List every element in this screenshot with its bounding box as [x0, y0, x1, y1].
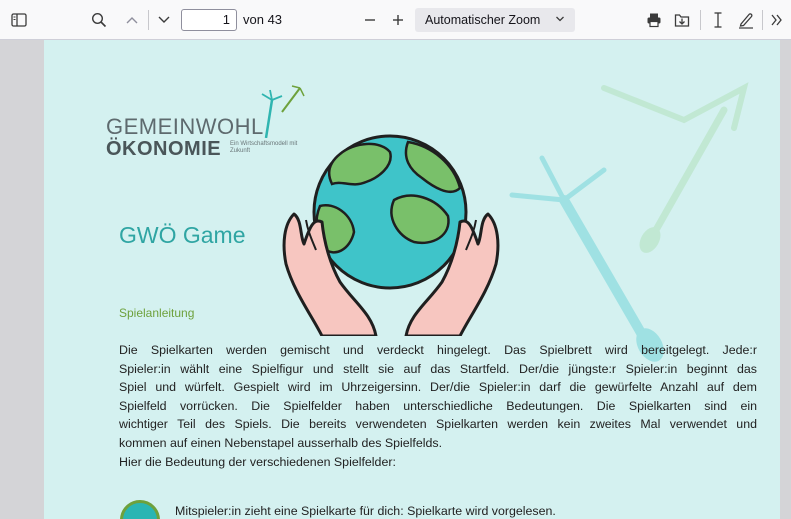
sidebar-toggle-icon[interactable]	[4, 0, 34, 40]
paragraph-line: Spieler:in wählt eine Spielfigur und ste…	[119, 361, 757, 376]
draw-icon[interactable]	[733, 0, 759, 40]
logo-wordmark-top: GEMEINWOHL	[106, 114, 264, 139]
chevron-down-icon[interactable]	[152, 0, 176, 40]
paragraph-line: Die Spielkarten werden gemischt und verd…	[119, 343, 757, 357]
section-heading: Spielanleitung	[119, 306, 195, 320]
document-title: GWÖ Game	[119, 222, 246, 248]
logo-dandelion-icon	[261, 85, 305, 138]
search-icon[interactable]	[86, 0, 112, 40]
paragraph-line: kommen auf einen Nebenstapel ausserhalb …	[119, 435, 443, 450]
chevron-up-icon[interactable]	[120, 0, 144, 40]
document-viewer[interactable]: GEMEINWOHL ÖKONOMIE Ein Wirtschaftsmodel…	[0, 40, 791, 519]
paragraph-line: wichtiger Teil des Spiels. Die bereits v…	[119, 417, 757, 432]
field-description: Mitspieler:in zieht eine Spielkarte für …	[175, 504, 556, 518]
pdf-toolbar: 1 von 43 Automatischer Zoom	[0, 0, 791, 40]
earth-in-hands-icon	[282, 134, 500, 336]
text-cursor-icon[interactable]	[706, 0, 730, 40]
save-icon[interactable]	[669, 0, 695, 40]
zoom-select[interactable]: Automatischer Zoom	[415, 8, 575, 32]
paragraph-line: Hier die Bedeutung der verschiedenen Spi…	[119, 454, 396, 469]
plus-icon[interactable]	[386, 0, 410, 40]
paragraph-line: Spielfeld vorrücken. Die Spielfelder hab…	[119, 398, 757, 413]
paragraph-line: Spiel und würfelt. Gespielt wird im Uhrz…	[119, 380, 757, 395]
zoom-select-label: Automatischer Zoom	[425, 13, 541, 27]
rules-paragraph: Die Spielkarten werden gemischt und verd…	[119, 341, 757, 471]
logo-wordmark-bottom: ÖKONOMIE	[106, 138, 222, 160]
page-count-label: von 43	[243, 12, 283, 27]
more-tools-icon[interactable]	[765, 0, 789, 40]
page-number-input[interactable]: 1	[181, 9, 237, 31]
pdf-page: GEMEINWOHL ÖKONOMIE Ein Wirtschaftsmodel…	[44, 40, 780, 519]
minus-icon[interactable]	[358, 0, 382, 40]
print-icon[interactable]	[641, 0, 667, 40]
chevron-down-icon	[555, 8, 565, 32]
